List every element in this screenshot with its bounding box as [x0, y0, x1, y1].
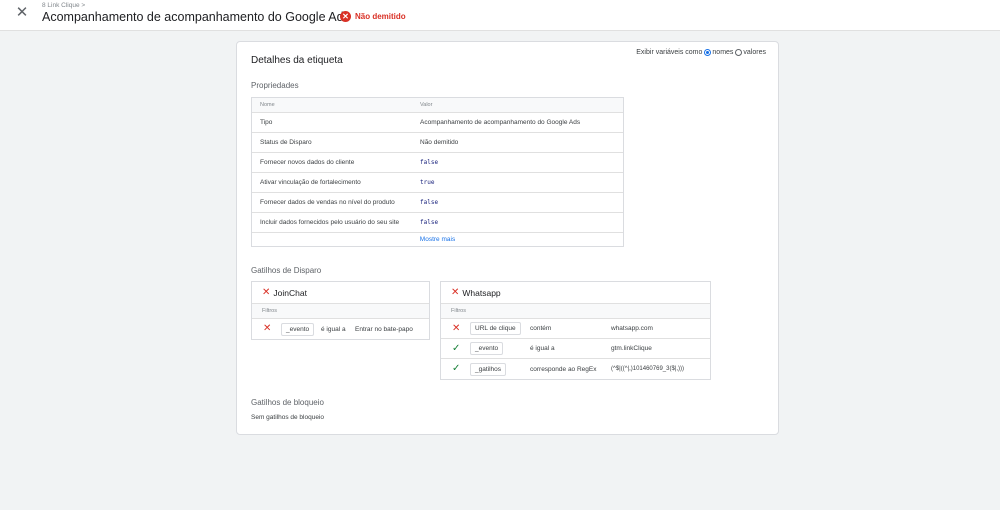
breadcrumb[interactable]: 8 Link Clique >	[42, 2, 85, 9]
property-name: Incluir dados fornecidos pelo usuário do…	[260, 219, 400, 226]
radio-values-label[interactable]: valores	[743, 49, 766, 56]
properties-title: Propriedades	[251, 81, 299, 90]
filter-value: whatsapp.com	[611, 325, 653, 332]
filter-value: gtm.linkClique	[611, 345, 652, 352]
not-matched-icon: ✕	[263, 323, 272, 334]
property-value: true	[420, 179, 435, 186]
close-icon[interactable]: ✕	[14, 5, 30, 21]
filter-variable: URL de clique	[470, 322, 521, 335]
show-more-link[interactable]: Mostre mais	[252, 233, 623, 246]
status-text: Não demitido	[355, 12, 406, 21]
filter-value: Entrar no bate-papo	[355, 325, 413, 333]
variable-display-toggle: Exibir variáveis como nomes valores	[636, 49, 766, 56]
filter-row: ✓ _gatilhos corresponde ao RegEx (^$|((^…	[441, 359, 710, 379]
top-bar: ✕ 8 Link Clique > Acompanhamento de acom…	[0, 0, 1000, 31]
property-name: Ativar vinculação de fortalecimento	[260, 179, 361, 186]
filter-operator: é igual a	[530, 345, 555, 352]
trigger-card-joinchat[interactable]: ✕ JoinChat Filtros ✕ _evento é igual a E…	[251, 281, 430, 340]
property-value: Não demitido	[420, 139, 459, 146]
properties-header: Nome Valor	[252, 98, 623, 113]
property-name: Fornecer dados de vendas no nível do pro…	[260, 199, 395, 206]
trigger-card-whatsapp[interactable]: ✕ Whatsapp Filtros ✕ URL de clique conté…	[440, 281, 711, 380]
triggers-title: Gatilhos de Disparo	[251, 266, 322, 275]
error-icon: ✕	[340, 11, 351, 22]
filter-variable: _gatilhos	[470, 362, 507, 376]
status-badge: ✕ Não demitido	[340, 11, 406, 22]
toggle-label: Exibir variáveis como	[636, 49, 703, 56]
page-title: Acompanhamento de acompanhamento do Goog…	[42, 10, 350, 24]
filter-variable: _evento	[281, 322, 315, 336]
property-name: Status de Disparo	[260, 139, 312, 146]
filter-operator: contém	[530, 325, 552, 332]
not-matched-icon: ✕	[451, 286, 460, 298]
property-value: false	[420, 159, 439, 166]
filter-value: (^$|((^|,)101460769_3($|,)))	[611, 366, 685, 372]
radio-names[interactable]	[704, 49, 712, 56]
table-row: Incluir dados fornecidos pelo usuário do…	[252, 213, 623, 233]
property-value: Acompanhamento de acompanhamento do Goog…	[420, 119, 581, 126]
table-row: Ativar vinculação de fortalecimento true	[252, 173, 623, 193]
not-matched-icon: ✕	[262, 286, 271, 298]
trigger-label: Whatsapp	[462, 287, 501, 298]
table-row: Fornecer dados de vendas no nível do pro…	[252, 193, 623, 213]
filter-row: ✕ URL de clique contém whatsapp.com	[441, 319, 710, 339]
trigger-name: ✕ Whatsapp	[441, 282, 710, 304]
table-row: Status de Disparo Não demitido	[252, 133, 623, 153]
check-icon: ✓	[452, 342, 461, 354]
radio-names-label[interactable]: nomes	[712, 49, 733, 56]
tag-details-card: Detalhes da etiqueta Exibir variáveis co…	[236, 41, 779, 435]
properties-table: Nome Valor Tipo Acompanhamento de acompa…	[251, 97, 624, 247]
filters-header: Filtros	[252, 304, 429, 319]
no-blocking-triggers: Sem gatilhos de bloqueio	[251, 414, 324, 421]
column-name: Nome	[260, 102, 275, 108]
property-name: Fornecer novos dados do cliente	[260, 159, 355, 166]
property-name: Tipo	[260, 119, 273, 126]
filter-row: ✓ _evento é igual a gtm.linkClique	[441, 339, 710, 359]
card-title: Detalhes da etiqueta	[251, 55, 343, 66]
property-value: false	[420, 199, 439, 206]
check-icon: ✓	[452, 363, 461, 374]
not-matched-icon: ✕	[452, 322, 461, 334]
filter-row: ✕ _evento é igual a Entrar no bate-papo	[252, 319, 429, 339]
blocking-title: Gatilhos de bloqueio	[251, 398, 324, 407]
trigger-label: JoinChat	[273, 287, 307, 298]
filters-header: Filtros	[441, 304, 710, 319]
table-row: Tipo Acompanhamento de acompanhamento do…	[252, 113, 623, 133]
property-value: false	[420, 219, 439, 226]
filter-operator: corresponde ao RegEx	[530, 365, 597, 373]
column-value: Valor	[420, 102, 433, 108]
filter-variable: _evento	[470, 342, 504, 355]
trigger-name: ✕ JoinChat	[252, 282, 429, 304]
table-row: Fornecer novos dados do cliente false	[252, 153, 623, 173]
radio-values[interactable]	[735, 49, 743, 56]
filter-operator: é igual a	[321, 325, 346, 333]
